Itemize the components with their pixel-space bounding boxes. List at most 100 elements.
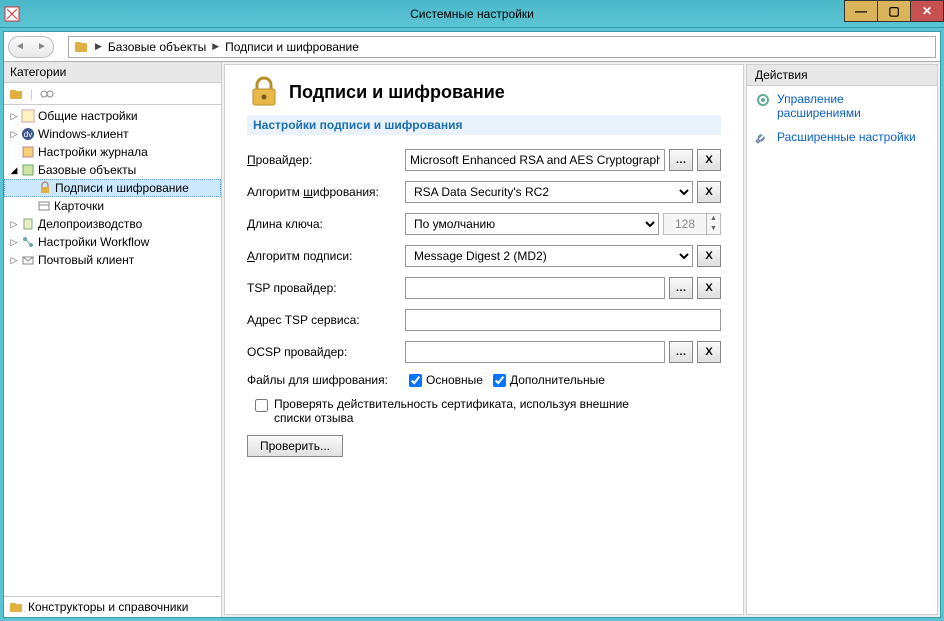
sidebar-tree: ▷ Общие настройки ▷ dv Windows-клиент На… xyxy=(4,105,221,596)
label-sign-alg: Алгоритм подписи: xyxy=(247,249,399,263)
sidebar-footer[interactable]: Конструкторы и справочники xyxy=(4,596,221,617)
checkbox-main-files[interactable]: Основные xyxy=(409,373,483,387)
tree-item-workflow[interactable]: ▷ Настройки Workflow xyxy=(4,233,221,251)
label-key-len: Длина ключа: xyxy=(247,217,399,231)
breadcrumb-item-sign[interactable]: Подписи и шифрование xyxy=(225,40,359,54)
tree-label: Общие настройки xyxy=(38,109,138,123)
label-provider: Провайдер: xyxy=(247,153,399,167)
folder-icon[interactable] xyxy=(8,86,24,102)
checkbox-verify-cert[interactable] xyxy=(255,399,268,412)
expand-toggle[interactable]: ▷ xyxy=(8,255,20,266)
actions-header: Действия xyxy=(747,65,937,86)
lock-icon xyxy=(37,180,53,196)
clear-ocsp-provider-button[interactable]: X xyxy=(697,341,721,363)
tree-item-mail[interactable]: ▷ Почтовый клиент xyxy=(4,251,221,269)
arrow-left-icon: ◄ xyxy=(15,41,25,52)
tree-item-cards[interactable]: Карточки xyxy=(4,197,221,215)
action-advanced-settings[interactable]: Расширенные настройки xyxy=(755,130,929,146)
chevron-right-icon: ▶ xyxy=(95,41,102,52)
tsp-addr-input[interactable] xyxy=(405,309,721,331)
section-title: Настройки подписи и шифрования xyxy=(247,115,721,135)
clear-sign-alg-button[interactable]: X xyxy=(697,245,721,267)
tree-label: Карточки xyxy=(54,199,104,213)
expand-toggle[interactable]: ▷ xyxy=(8,129,20,140)
tree-item-sign[interactable]: Подписи и шифрование xyxy=(4,179,221,197)
actions-pane: Действия Управление расширениями Расшире… xyxy=(746,64,938,615)
label-verify-cert: Проверять действительность сертификата, … xyxy=(274,397,634,425)
tree-label: Подписи и шифрование xyxy=(55,181,189,195)
label-ocsp-provider: OCSP провайдер: xyxy=(247,345,399,359)
gear-icon xyxy=(755,92,771,108)
label-files-for-enc: Файлы для шифрования: xyxy=(247,373,399,387)
action-manage-extensions[interactable]: Управление расширениями xyxy=(755,92,929,120)
cards-icon xyxy=(36,198,52,214)
key-len-select[interactable]: По умолчанию xyxy=(405,213,659,235)
tree-label: Почтовый клиент xyxy=(38,253,134,267)
label-enc-alg: Алгоритм шифрования: xyxy=(247,185,399,199)
windows-icon: dv xyxy=(20,126,36,142)
tree-item-windows[interactable]: ▷ dv Windows-клиент xyxy=(4,125,221,143)
checkbox-main-files-input[interactable] xyxy=(409,374,422,387)
label-tsp-provider: TSP провайдер: xyxy=(247,281,399,295)
collapse-toggle[interactable]: ◢ xyxy=(8,165,20,176)
tree-item-base[interactable]: ◢ Базовые объекты xyxy=(4,161,221,179)
breadcrumb: ▶ Базовые объекты ▶ Подписи и шифрование xyxy=(68,36,936,58)
base-icon xyxy=(20,162,36,178)
key-len-spinner[interactable]: 128 ▲ ▼ xyxy=(663,213,721,235)
clear-enc-alg-button[interactable]: X xyxy=(697,181,721,203)
settings-icon xyxy=(20,108,36,124)
tsp-provider-input[interactable] xyxy=(405,277,665,299)
lock-large-icon xyxy=(247,75,281,109)
sign-alg-select[interactable]: Message Digest 2 (MD2) xyxy=(405,245,693,267)
main-panel: Подписи и шифрование Настройки подписи и… xyxy=(224,64,744,615)
arrow-right-icon: ► xyxy=(37,41,47,52)
nav-bar: ◄ ► ▶ Базовые объекты ▶ Подписи и шифров… xyxy=(4,32,940,62)
tree-label: Делопроизводство xyxy=(38,217,142,231)
clear-provider-button[interactable]: X xyxy=(697,149,721,171)
mail-icon xyxy=(20,252,36,268)
wrench-icon xyxy=(755,130,771,146)
maximize-button[interactable]: ▢ xyxy=(877,0,911,22)
page-title: Подписи и шифрование xyxy=(289,82,505,103)
minimize-button[interactable]: — xyxy=(844,0,878,22)
verify-button[interactable]: Проверить... xyxy=(247,435,343,457)
tree-item-journal[interactable]: Настройки журнала xyxy=(4,143,221,161)
expand-toggle[interactable]: ▷ xyxy=(8,111,20,122)
tree-label: Windows-клиент xyxy=(38,127,129,141)
tree-item-records[interactable]: ▷ Делопроизводство xyxy=(4,215,221,233)
sidebar-header: Категории xyxy=(4,62,221,83)
docs-icon xyxy=(20,216,36,232)
clear-tsp-provider-button[interactable]: X xyxy=(697,277,721,299)
enc-alg-select[interactable]: RSA Data Security's RC2 xyxy=(405,181,693,203)
close-button[interactable]: ✕ xyxy=(910,0,944,22)
workflow-icon xyxy=(20,234,36,250)
folder-icon xyxy=(8,599,24,615)
provider-input[interactable] xyxy=(405,149,665,171)
spinner-down[interactable]: ▼ xyxy=(706,224,720,234)
titlebar: Системные настройки — ▢ ✕ xyxy=(0,0,944,28)
expand-toggle[interactable]: ▷ xyxy=(8,237,20,248)
expand-toggle[interactable]: ▷ xyxy=(8,219,20,230)
journal-icon xyxy=(20,144,36,160)
nav-back-forward[interactable]: ◄ ► xyxy=(8,36,54,58)
label-tsp-addr: Адрес TSP сервиса: xyxy=(247,313,399,327)
checkbox-extra-files-input[interactable] xyxy=(493,374,506,387)
browse-provider-button[interactable]: … xyxy=(669,149,693,171)
browse-ocsp-provider-button[interactable]: … xyxy=(669,341,693,363)
breadcrumb-item-base[interactable]: Базовые объекты xyxy=(108,40,206,54)
breadcrumb-root-icon xyxy=(73,39,89,55)
link-icon[interactable] xyxy=(39,86,55,102)
browse-tsp-provider-button[interactable]: … xyxy=(669,277,693,299)
chevron-right-icon: ▶ xyxy=(212,41,219,52)
tree-label: Настройки Workflow xyxy=(38,235,149,249)
ocsp-provider-input[interactable] xyxy=(405,341,665,363)
sidebar-toolbar: | xyxy=(4,83,221,105)
spinner-up[interactable]: ▲ xyxy=(706,214,720,224)
sidebar-footer-label: Конструкторы и справочники xyxy=(28,600,188,614)
tree-item-general[interactable]: ▷ Общие настройки xyxy=(4,107,221,125)
sidebar: Категории | ▷ Общие настройки ▷ dv xyxy=(4,62,222,617)
checkbox-extra-files[interactable]: Дополнительные xyxy=(493,373,605,387)
svg-text:dv: dv xyxy=(24,130,32,139)
tree-label: Базовые объекты xyxy=(38,163,136,177)
window-title: Системные настройки xyxy=(0,7,944,21)
